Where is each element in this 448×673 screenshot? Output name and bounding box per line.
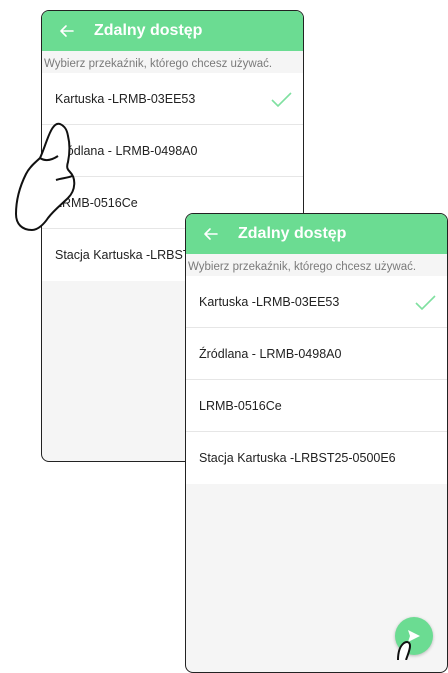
relay-label: Źródlana - LRMB-0498A0	[199, 346, 342, 361]
page-title: Zdalny dostęp	[94, 22, 203, 39]
app-bar: Zdalny dostęp	[186, 214, 447, 254]
check-icon	[415, 294, 436, 310]
list-item[interactable]: Stacja Kartuska -LRBST25-0500E6	[186, 432, 447, 484]
relay-label: Stacja Kartuska -LRBST25-0500E6	[199, 451, 396, 465]
list-item[interactable]: Kartuska -LRMB-03EE53	[186, 276, 447, 328]
relay-label: LRMB-0516Ce	[199, 398, 282, 413]
app-bar: Zdalny dostęp	[42, 11, 303, 51]
relay-label: Kartuska -LRMB-03EE53	[55, 91, 196, 106]
arrow-left-icon[interactable]	[200, 223, 222, 245]
send-button[interactable]	[395, 617, 433, 655]
instruction-text: Wybierz przekaźnik, którego chcesz używa…	[42, 51, 303, 73]
arrow-left-icon[interactable]	[56, 20, 78, 42]
check-icon	[271, 91, 292, 107]
list-item[interactable]: LRMB-0516Ce	[186, 380, 447, 432]
send-icon	[408, 630, 420, 642]
instruction-text: Wybierz przekaźnik, którego chcesz używa…	[186, 254, 447, 276]
relay-list: Kartuska -LRMB-03EE53 Źródlana - LRMB-04…	[186, 276, 447, 484]
page-title: Zdalny dostęp	[238, 225, 347, 242]
relay-label: Kartuska -LRMB-03EE53	[199, 294, 340, 309]
phone-screen-front: Zdalny dostęp Wybierz przekaźnik, któreg…	[185, 213, 448, 673]
list-item[interactable]: Źródlana - LRMB-0498A0	[42, 125, 303, 177]
list-item[interactable]: Źródlana - LRMB-0498A0	[186, 328, 447, 380]
list-item[interactable]: Kartuska -LRMB-03EE53	[42, 73, 303, 125]
relay-label: Źródlana - LRMB-0498A0	[55, 143, 198, 158]
relay-label: LRMB-0516Ce	[55, 195, 138, 210]
